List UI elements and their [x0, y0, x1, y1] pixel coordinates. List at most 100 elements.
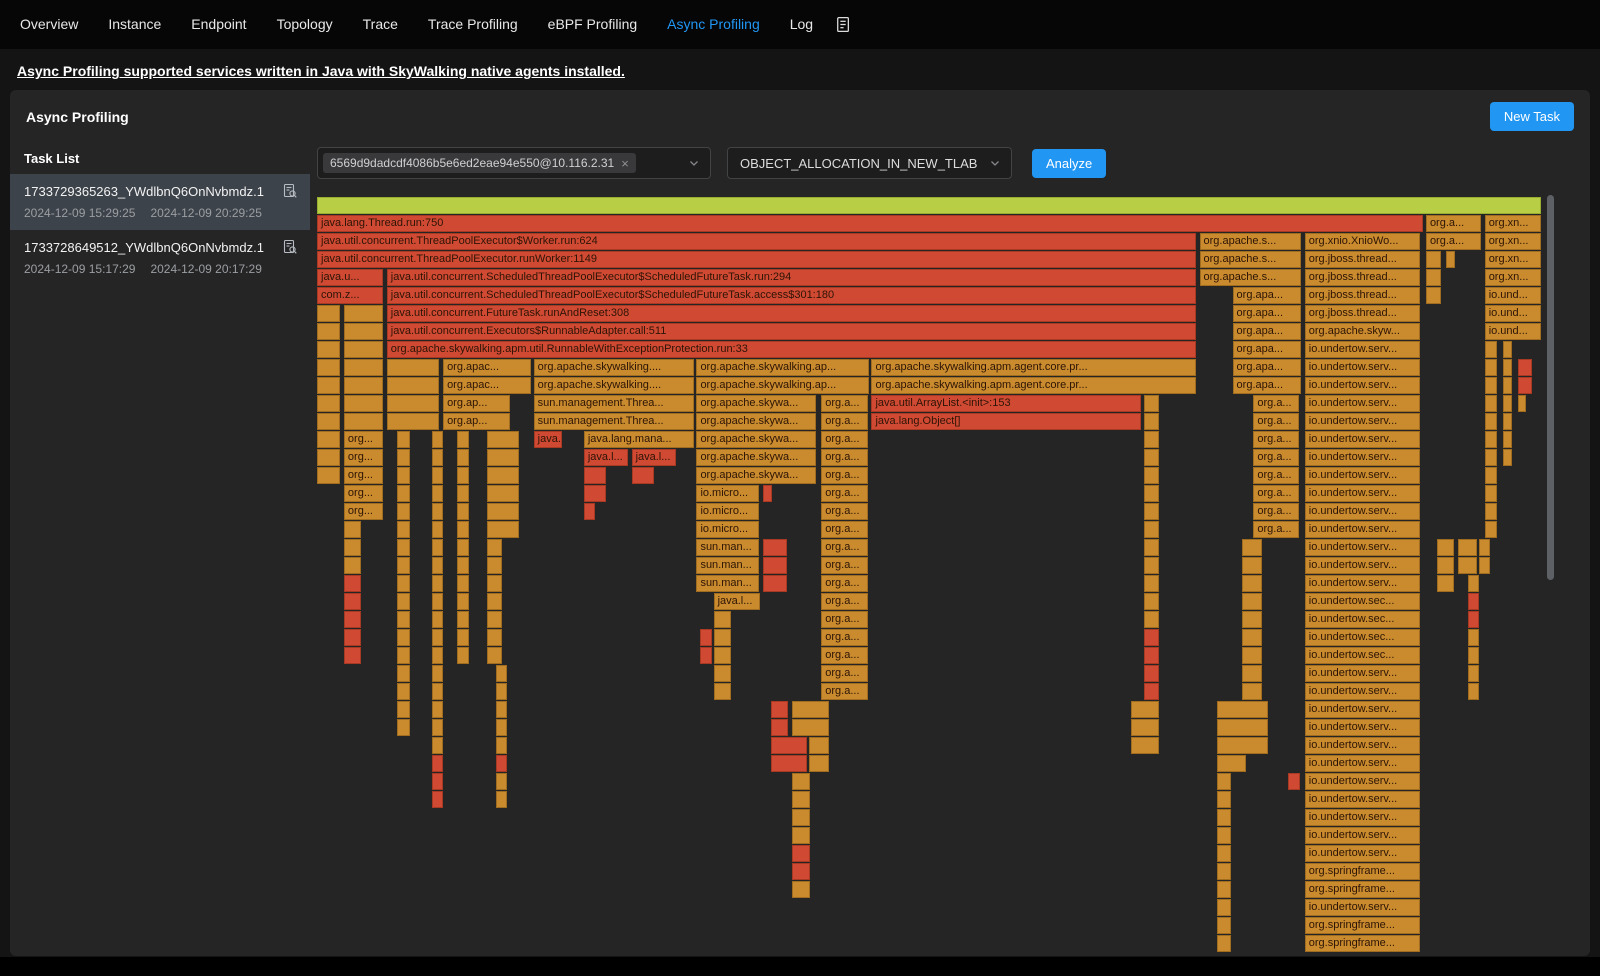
flame-frame[interactable]: [771, 719, 788, 736]
flame-frame[interactable]: org.jboss.thread...: [1305, 251, 1420, 268]
tab-endpoint[interactable]: Endpoint: [176, 0, 261, 49]
flame-frame[interactable]: [771, 701, 788, 718]
flame-frame[interactable]: org.a...: [821, 485, 868, 502]
flame-frame[interactable]: io.undertow.serv...: [1305, 809, 1420, 826]
flame-frame[interactable]: io.undertow.serv...: [1305, 683, 1420, 700]
flame-frame[interactable]: [344, 341, 383, 358]
flame-frame[interactable]: [397, 593, 410, 610]
flame-frame[interactable]: [397, 575, 410, 592]
flame-frame[interactable]: org.apa...: [1233, 359, 1302, 376]
flame-frame[interactable]: org.apache.skywa...: [696, 395, 816, 412]
flame-frame[interactable]: [397, 647, 410, 664]
flame-frame[interactable]: [432, 773, 443, 790]
flame-frame[interactable]: [1485, 395, 1497, 412]
flame-frame[interactable]: java.util.concurrent.ScheduledThreadPool…: [387, 269, 1196, 286]
flame-frame[interactable]: [1242, 647, 1262, 664]
flame-frame[interactable]: org.a...: [821, 593, 868, 610]
flame-frame[interactable]: [1217, 773, 1232, 790]
flame-frame[interactable]: io.undertow.serv...: [1305, 755, 1420, 772]
flame-frame[interactable]: [809, 755, 829, 772]
flame-frame[interactable]: org.a...: [821, 557, 868, 574]
flame-frame[interactable]: [344, 305, 383, 322]
flame-frame[interactable]: [1446, 251, 1456, 268]
flame-frame[interactable]: [317, 467, 340, 484]
flame-frame[interactable]: io.und...: [1485, 305, 1541, 322]
flame-frame[interactable]: [1144, 449, 1159, 466]
flame-frame[interactable]: [1485, 377, 1497, 394]
flame-frame[interactable]: [584, 485, 606, 502]
flame-frame[interactable]: [344, 593, 361, 610]
flame-frame[interactable]: [344, 377, 383, 394]
flame-frame[interactable]: [1468, 665, 1479, 682]
flame-frame[interactable]: [1426, 269, 1441, 286]
flame-frame[interactable]: [1144, 395, 1159, 412]
flame-frame[interactable]: [397, 521, 410, 538]
flame-frame[interactable]: org.a...: [1426, 215, 1481, 232]
flame-frame[interactable]: org...: [344, 431, 383, 448]
flame-frame[interactable]: [1144, 575, 1159, 592]
flame-frame[interactable]: [432, 737, 443, 754]
flame-frame[interactable]: io.undertow.serv...: [1305, 413, 1420, 430]
flame-frame[interactable]: [317, 359, 340, 376]
flame-frame[interactable]: org.a...: [821, 629, 868, 646]
flame-frame[interactable]: [1131, 701, 1159, 718]
flame-frame[interactable]: [432, 467, 443, 484]
flame-frame[interactable]: [344, 575, 361, 592]
flame-frame[interactable]: [809, 737, 829, 754]
flame-frame[interactable]: [432, 575, 443, 592]
flame-frame[interactable]: [344, 539, 361, 556]
flame-frame[interactable]: [457, 611, 469, 628]
flame-frame[interactable]: io.undertow.serv...: [1305, 665, 1420, 682]
analyze-button[interactable]: Analyze: [1032, 149, 1106, 178]
flame-frame[interactable]: org.a...: [821, 431, 868, 448]
flame-frame[interactable]: org.springframe...: [1305, 935, 1420, 952]
flame-frame[interactable]: [487, 503, 519, 520]
flame-frame[interactable]: [1217, 737, 1268, 754]
flame-frame[interactable]: [1468, 629, 1479, 646]
flame-frame[interactable]: [432, 557, 443, 574]
flame-frame[interactable]: [1468, 611, 1479, 628]
flame-frame[interactable]: java.util.concurrent.ThreadPoolExecutor$…: [317, 233, 1196, 250]
flame-frame[interactable]: [457, 647, 469, 664]
flame-frame[interactable]: [496, 719, 507, 736]
flame-frame[interactable]: org.a...: [1253, 467, 1298, 484]
flame-frame[interactable]: [792, 827, 810, 844]
flame-frame[interactable]: [1217, 917, 1232, 934]
flame-frame[interactable]: io.undertow.serv...: [1305, 341, 1420, 358]
flame-frame[interactable]: [1485, 521, 1497, 538]
flame-frame[interactable]: [1426, 251, 1441, 268]
flame-frame[interactable]: [344, 359, 383, 376]
flame-frame[interactable]: [1131, 719, 1159, 736]
flame-frame[interactable]: [1144, 485, 1159, 502]
flame-frame[interactable]: [432, 647, 443, 664]
flame-frame[interactable]: [487, 557, 502, 574]
flame-frame[interactable]: org.ap...: [443, 413, 510, 430]
flame-frame[interactable]: [1242, 557, 1262, 574]
remove-instance-icon[interactable]: ×: [621, 157, 629, 170]
flame-frame[interactable]: [317, 431, 340, 448]
flame-frame[interactable]: java.util.concurrent.ScheduledThreadPool…: [387, 287, 1196, 304]
flame-frame[interactable]: [1437, 557, 1454, 574]
flame-frame[interactable]: [487, 449, 519, 466]
flame-frame[interactable]: org.ap...: [443, 395, 510, 412]
flame-frame[interactable]: io.micro...: [696, 485, 758, 502]
flame-frame[interactable]: org.apache.skywa...: [696, 431, 816, 448]
task-list-item[interactable]: 1733728649512_YWdlbnQ6OnNvbmdz.12024-12-…: [10, 230, 310, 286]
flame-frame[interactable]: [1468, 593, 1479, 610]
flame-frame[interactable]: [457, 449, 469, 466]
flame-frame[interactable]: [1144, 665, 1159, 682]
flame-frame[interactable]: io.undertow.serv...: [1305, 773, 1420, 790]
flame-frame[interactable]: [632, 467, 654, 484]
flame-frame[interactable]: java.util.ArrayList.<init>:153: [871, 395, 1140, 412]
flame-frame[interactable]: [487, 575, 502, 592]
task-log-icon[interactable]: [834, 16, 851, 33]
flame-frame[interactable]: sun.man...: [696, 557, 758, 574]
flame-frame[interactable]: org.a...: [821, 647, 868, 664]
flame-frame[interactable]: [584, 503, 595, 520]
flame-frame[interactable]: org.springframe...: [1305, 863, 1420, 880]
flame-frame[interactable]: [714, 611, 731, 628]
flame-frame[interactable]: [317, 377, 340, 394]
flame-frame[interactable]: [344, 413, 383, 430]
flame-frame[interactable]: [1242, 629, 1262, 646]
flame-frame[interactable]: [432, 683, 443, 700]
